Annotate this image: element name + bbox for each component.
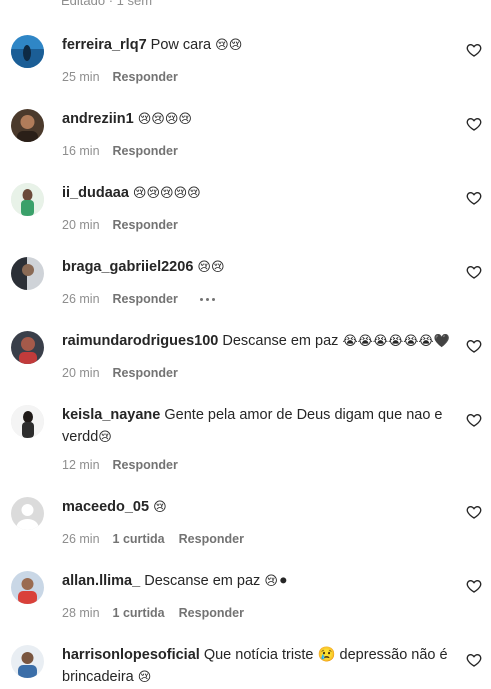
avatar[interactable] [11,331,44,364]
comment-emoji: 😢 [153,500,167,515]
heart-icon[interactable] [466,190,482,206]
heart-icon[interactable] [466,338,482,354]
comment-emoji: 😢😢😢😢 [137,112,192,127]
reply-button[interactable]: Responder [113,458,178,472]
avatar[interactable] [11,257,44,290]
reply-button[interactable]: Responder [113,366,178,380]
previous-comment-meta: Editado · 1 sem [61,0,153,8]
avatar[interactable] [11,497,44,530]
comment-time: 12 min [62,458,100,472]
comment-time: 20 min [62,218,100,232]
comment-meta: 28 min 1 curtida Responder [62,606,258,620]
comment-meta: 20 min Responder [62,218,192,232]
reply-button[interactable]: Responder [113,218,178,232]
heart-icon[interactable] [466,116,482,132]
comment-emoji: 😢⚫ [264,574,289,589]
comment-meta: 20 min Responder [62,366,192,380]
comment-text: braga_gabriiel2206 😢😢 [62,256,452,279]
comment-text: ferreira_rlq7 Pow cara 😢😢 [62,34,452,57]
heart-icon[interactable] [466,42,482,58]
comment-emoji: 😭😭😭😭😭😭🖤 [342,334,450,349]
avatar[interactable] [11,35,44,68]
comment-meta: 25 min Responder [62,70,192,84]
heart-icon[interactable] [466,412,482,428]
comment-meta: 16 min Responder [62,144,192,158]
comment-emoji: 😢😢 [215,38,243,53]
reply-button[interactable]: Responder [179,532,244,546]
comment-meta: 12 min Responder [62,458,192,472]
comment-text: raimundarodrigues100 Descanse em paz 😭😭😭… [62,330,452,353]
comment-time: 20 min [62,366,100,380]
avatar[interactable] [11,571,44,604]
avatar[interactable] [11,645,44,678]
heart-icon[interactable] [466,578,482,594]
comment-username[interactable]: harrisonlopesoficial [62,647,200,663]
comment-time: 25 min [62,70,100,84]
comment-text: harrisonlopesoficial Que notícia triste … [62,644,452,689]
heart-icon[interactable] [466,264,482,280]
comment-time: 16 min [62,144,100,158]
avatar[interactable] [11,405,44,438]
comment-time: 28 min [62,606,100,620]
likes-count[interactable]: 1 curtida [113,532,165,546]
comment-username[interactable]: keisla_nayane [62,407,160,423]
comment-emoji: 😢 [98,430,112,445]
comment-text: maceedo_05 😢 [62,496,452,519]
avatar[interactable] [11,109,44,142]
comment-username[interactable]: ferreira_rlq7 [62,37,147,53]
comment-text: andreziin1 😢😢😢😢 [62,108,452,131]
comment-meta: 26 min Responder [62,292,215,306]
comment-emoji: 😢😢😢😢😢 [132,186,201,201]
comment-text: ii_dudaaa 😢😢😢😢😢 [62,182,452,205]
reply-button[interactable]: Responder [113,70,178,84]
comment-text: keisla_nayane Gente pela amor de Deus di… [62,404,452,449]
heart-icon[interactable] [466,652,482,668]
comment-username[interactable]: maceedo_05 [62,499,149,515]
comment-username[interactable]: raimundarodrigues100 [62,333,218,349]
avatar[interactable] [11,183,44,216]
comment-body: Descanse em paz [144,573,261,589]
reply-button[interactable]: Responder [113,144,178,158]
comment-body: Pow cara [150,37,212,53]
comment-time: 26 min [62,532,100,546]
comment-username[interactable]: allan.llima_ [62,573,140,589]
heart-icon[interactable] [466,504,482,520]
comment-body: Descanse em paz [222,333,339,349]
more-horizontal-icon[interactable] [199,297,215,301]
comment-username[interactable]: braga_gabriiel2206 [62,259,193,275]
comment-meta: 26 min 1 curtida Responder [62,532,258,546]
comment-time: 26 min [62,292,100,306]
likes-count[interactable]: 1 curtida [113,606,165,620]
comment-username[interactable]: ii_dudaaa [62,185,129,201]
comment-username[interactable]: andreziin1 [62,111,134,127]
reply-button[interactable]: Responder [113,292,178,306]
comment-text: allan.llima_ Descanse em paz 😢⚫ [62,570,452,593]
reply-button[interactable]: Responder [179,606,244,620]
comment-emoji: 😢😢 [197,260,225,275]
comment-emoji: 😢 [137,670,152,685]
